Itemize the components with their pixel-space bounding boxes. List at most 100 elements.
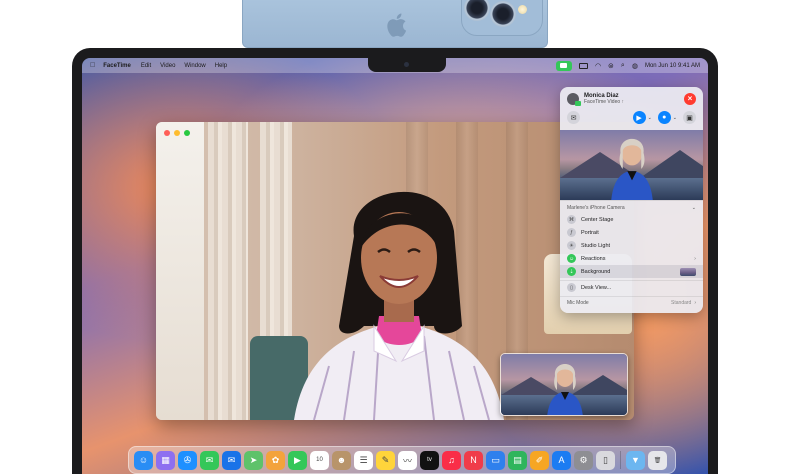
menu-item-label: Reactions xyxy=(581,255,606,262)
chevron-right-icon: › xyxy=(694,255,696,262)
remote-caller-video xyxy=(294,191,504,420)
menu-video[interactable]: Video xyxy=(160,63,175,69)
camera-button[interactable]: ▶ xyxy=(632,111,646,124)
dock-numbers-icon[interactable]: ▤ xyxy=(508,450,527,470)
facetime-control-panel: Monica Diaz FaceTime Video ↑ × ✉ ▶ ⌄ ● ⌄… xyxy=(560,87,703,313)
spotlight-icon[interactable]: ⌕ xyxy=(621,62,625,70)
dock-news-icon[interactable]: N xyxy=(464,450,483,470)
dock-launchpad-icon[interactable]: ▦ xyxy=(156,450,175,470)
dock-downloads-icon[interactable]: ▼ xyxy=(626,450,645,470)
video-camera-icon: ▶ xyxy=(636,114,642,122)
macbook-frame:  FaceTime Edit Video Window Help ◠ ⊜ ⌕ … xyxy=(72,48,718,474)
dock-contacts-icon[interactable]: ☻ xyxy=(332,450,351,470)
caller-header: Monica Diaz FaceTime Video ↑ × xyxy=(560,87,703,108)
menu-item-label: Center Stage xyxy=(581,216,614,223)
minimize-window-button[interactable] xyxy=(174,130,180,136)
background-thumbnail[interactable] xyxy=(680,267,696,276)
zoom-window-button[interactable] xyxy=(184,130,190,136)
menu-item-label: Background xyxy=(581,268,611,275)
control-center-icon[interactable]: ⊜ xyxy=(608,62,614,70)
desktop:  FaceTime Edit Video Window Help ◠ ⊜ ⌕ … xyxy=(82,58,708,474)
menu-item-reactions[interactable]: ☺ Reactions › xyxy=(560,252,703,265)
end-call-button[interactable]: × xyxy=(684,93,696,105)
message-icon: ✉ xyxy=(570,114,577,122)
dock-system-settings-icon[interactable]: ⚙ xyxy=(574,450,593,470)
menu-item-portrait[interactable]: ƒ Portrait xyxy=(560,226,703,239)
siri-icon[interactable]: ◍ xyxy=(632,62,638,70)
camera-notch xyxy=(368,58,446,72)
dock-trash-icon[interactable]: 🗑 xyxy=(648,450,667,470)
mic-mode-value: Standard xyxy=(671,300,692,306)
menu-item-studio-light[interactable]: ☀ Studio Light xyxy=(560,239,703,252)
dock-keynote-icon[interactable]: ▭ xyxy=(486,450,505,470)
window-backdrop xyxy=(156,122,204,420)
portrait-icon: ƒ xyxy=(567,228,576,237)
dock-reminders-icon[interactable]: ☰ xyxy=(354,450,373,470)
dock: ☺ ▦ ✇ ✉ ✉ ➤ ✿ ▶ 10 ☻ ☰ ✎ 〰 tv ♫ N ▭ ▤ ✐ A ⚙ ▯ ▼ 🗑 xyxy=(128,446,676,474)
dock-freeform-icon[interactable]: 〰 xyxy=(398,450,417,470)
menu-item-center-stage[interactable]: ⌘ Center Stage xyxy=(560,213,703,226)
mic-mode-row[interactable]: Mic Mode Standard › xyxy=(560,297,703,309)
curtain xyxy=(208,122,248,420)
mic-mode-label: Mic Mode xyxy=(567,300,589,306)
menu-window[interactable]: Window xyxy=(184,63,205,69)
dock-calendar-icon[interactable]: 10 xyxy=(310,450,329,470)
chevron-right-icon: › xyxy=(694,300,696,306)
facetime-menu-icon[interactable] xyxy=(555,60,572,71)
flash-icon xyxy=(518,5,527,14)
menu-app-name[interactable]: FaceTime xyxy=(103,63,131,69)
message-button[interactable]: ✉ xyxy=(567,111,580,124)
caller-avatar xyxy=(567,93,581,106)
caller-status: FaceTime Video ↑ xyxy=(584,99,625,105)
dock-tv-icon[interactable]: tv xyxy=(420,450,439,470)
dock-music-icon[interactable]: ♫ xyxy=(442,450,461,470)
menu-help[interactable]: Help xyxy=(215,63,227,69)
menu-edit[interactable]: Edit xyxy=(141,63,151,69)
studio-light-icon: ☀ xyxy=(567,241,576,250)
menu-bar-status: ◠ ⊜ ⌕ ◍ Mon Jun 10 9:41 AM xyxy=(555,60,700,71)
menu-item-background[interactable]: ⇣ Background xyxy=(560,265,703,278)
camera-options-chevron-icon[interactable]: ⌄ xyxy=(648,115,652,121)
background-icon: ⇣ xyxy=(567,267,576,276)
camera-lens-icon xyxy=(464,0,490,21)
close-window-button[interactable] xyxy=(164,130,170,136)
dock-safari-icon[interactable]: ✇ xyxy=(178,450,197,470)
dock-pages-icon[interactable]: ✐ xyxy=(530,450,549,470)
dock-facetime-icon[interactable]: ▶ xyxy=(288,450,307,470)
wifi-icon[interactable]: ◠ xyxy=(595,62,601,70)
camera-section-header[interactable]: Marlene's iPhone Camera ⌄ xyxy=(560,200,703,213)
screen-share-button[interactable]: ▣ xyxy=(683,111,696,124)
window-controls xyxy=(164,130,190,136)
mic-options-chevron-icon[interactable]: ⌄ xyxy=(673,115,677,121)
dock-separator xyxy=(620,451,621,469)
preview-person xyxy=(611,138,653,200)
camera-section-title: Marlene's iPhone Camera xyxy=(567,205,625,211)
iphone-device xyxy=(242,0,548,48)
dock-maps-icon[interactable]: ➤ xyxy=(244,450,263,470)
dock-mail-icon[interactable]: ✉ xyxy=(222,450,241,470)
apple-logo-icon xyxy=(387,13,407,37)
menu-clock[interactable]: Mon Jun 10 9:41 AM xyxy=(645,63,700,69)
camera-bump xyxy=(461,0,543,36)
reactions-icon: ☺ xyxy=(567,254,576,263)
microphone-button[interactable]: ● xyxy=(657,111,671,124)
menu-item-label: Studio Light xyxy=(581,242,611,249)
desk-view-icon: ▯ xyxy=(567,283,576,292)
dock-photos-icon[interactable]: ✿ xyxy=(266,450,285,470)
chevron-down-icon: ⌄ xyxy=(691,205,696,211)
dock-finder-icon[interactable]: ☺ xyxy=(134,450,153,470)
menu-item-label: Portrait xyxy=(581,229,599,236)
apple-menu-icon[interactable]:  xyxy=(90,62,95,69)
menu-item-desk-view[interactable]: ▯ Desk View... xyxy=(560,281,703,294)
camera-preview xyxy=(560,130,703,200)
microphone-icon: ● xyxy=(662,114,667,121)
dock-app-store-icon[interactable]: A xyxy=(552,450,571,470)
dock-notes-icon[interactable]: ✎ xyxy=(376,450,395,470)
battery-icon[interactable] xyxy=(578,62,588,69)
dock-iphone-mirroring-icon[interactable]: ▯ xyxy=(596,450,615,470)
call-controls: ✉ ▶ ⌄ ● ⌄ ▣ xyxy=(560,108,703,128)
camera-lens-icon xyxy=(490,1,516,27)
self-view-pip[interactable] xyxy=(500,353,628,416)
menu-item-label: Desk View... xyxy=(581,284,612,291)
dock-messages-icon[interactable]: ✉ xyxy=(200,450,219,470)
